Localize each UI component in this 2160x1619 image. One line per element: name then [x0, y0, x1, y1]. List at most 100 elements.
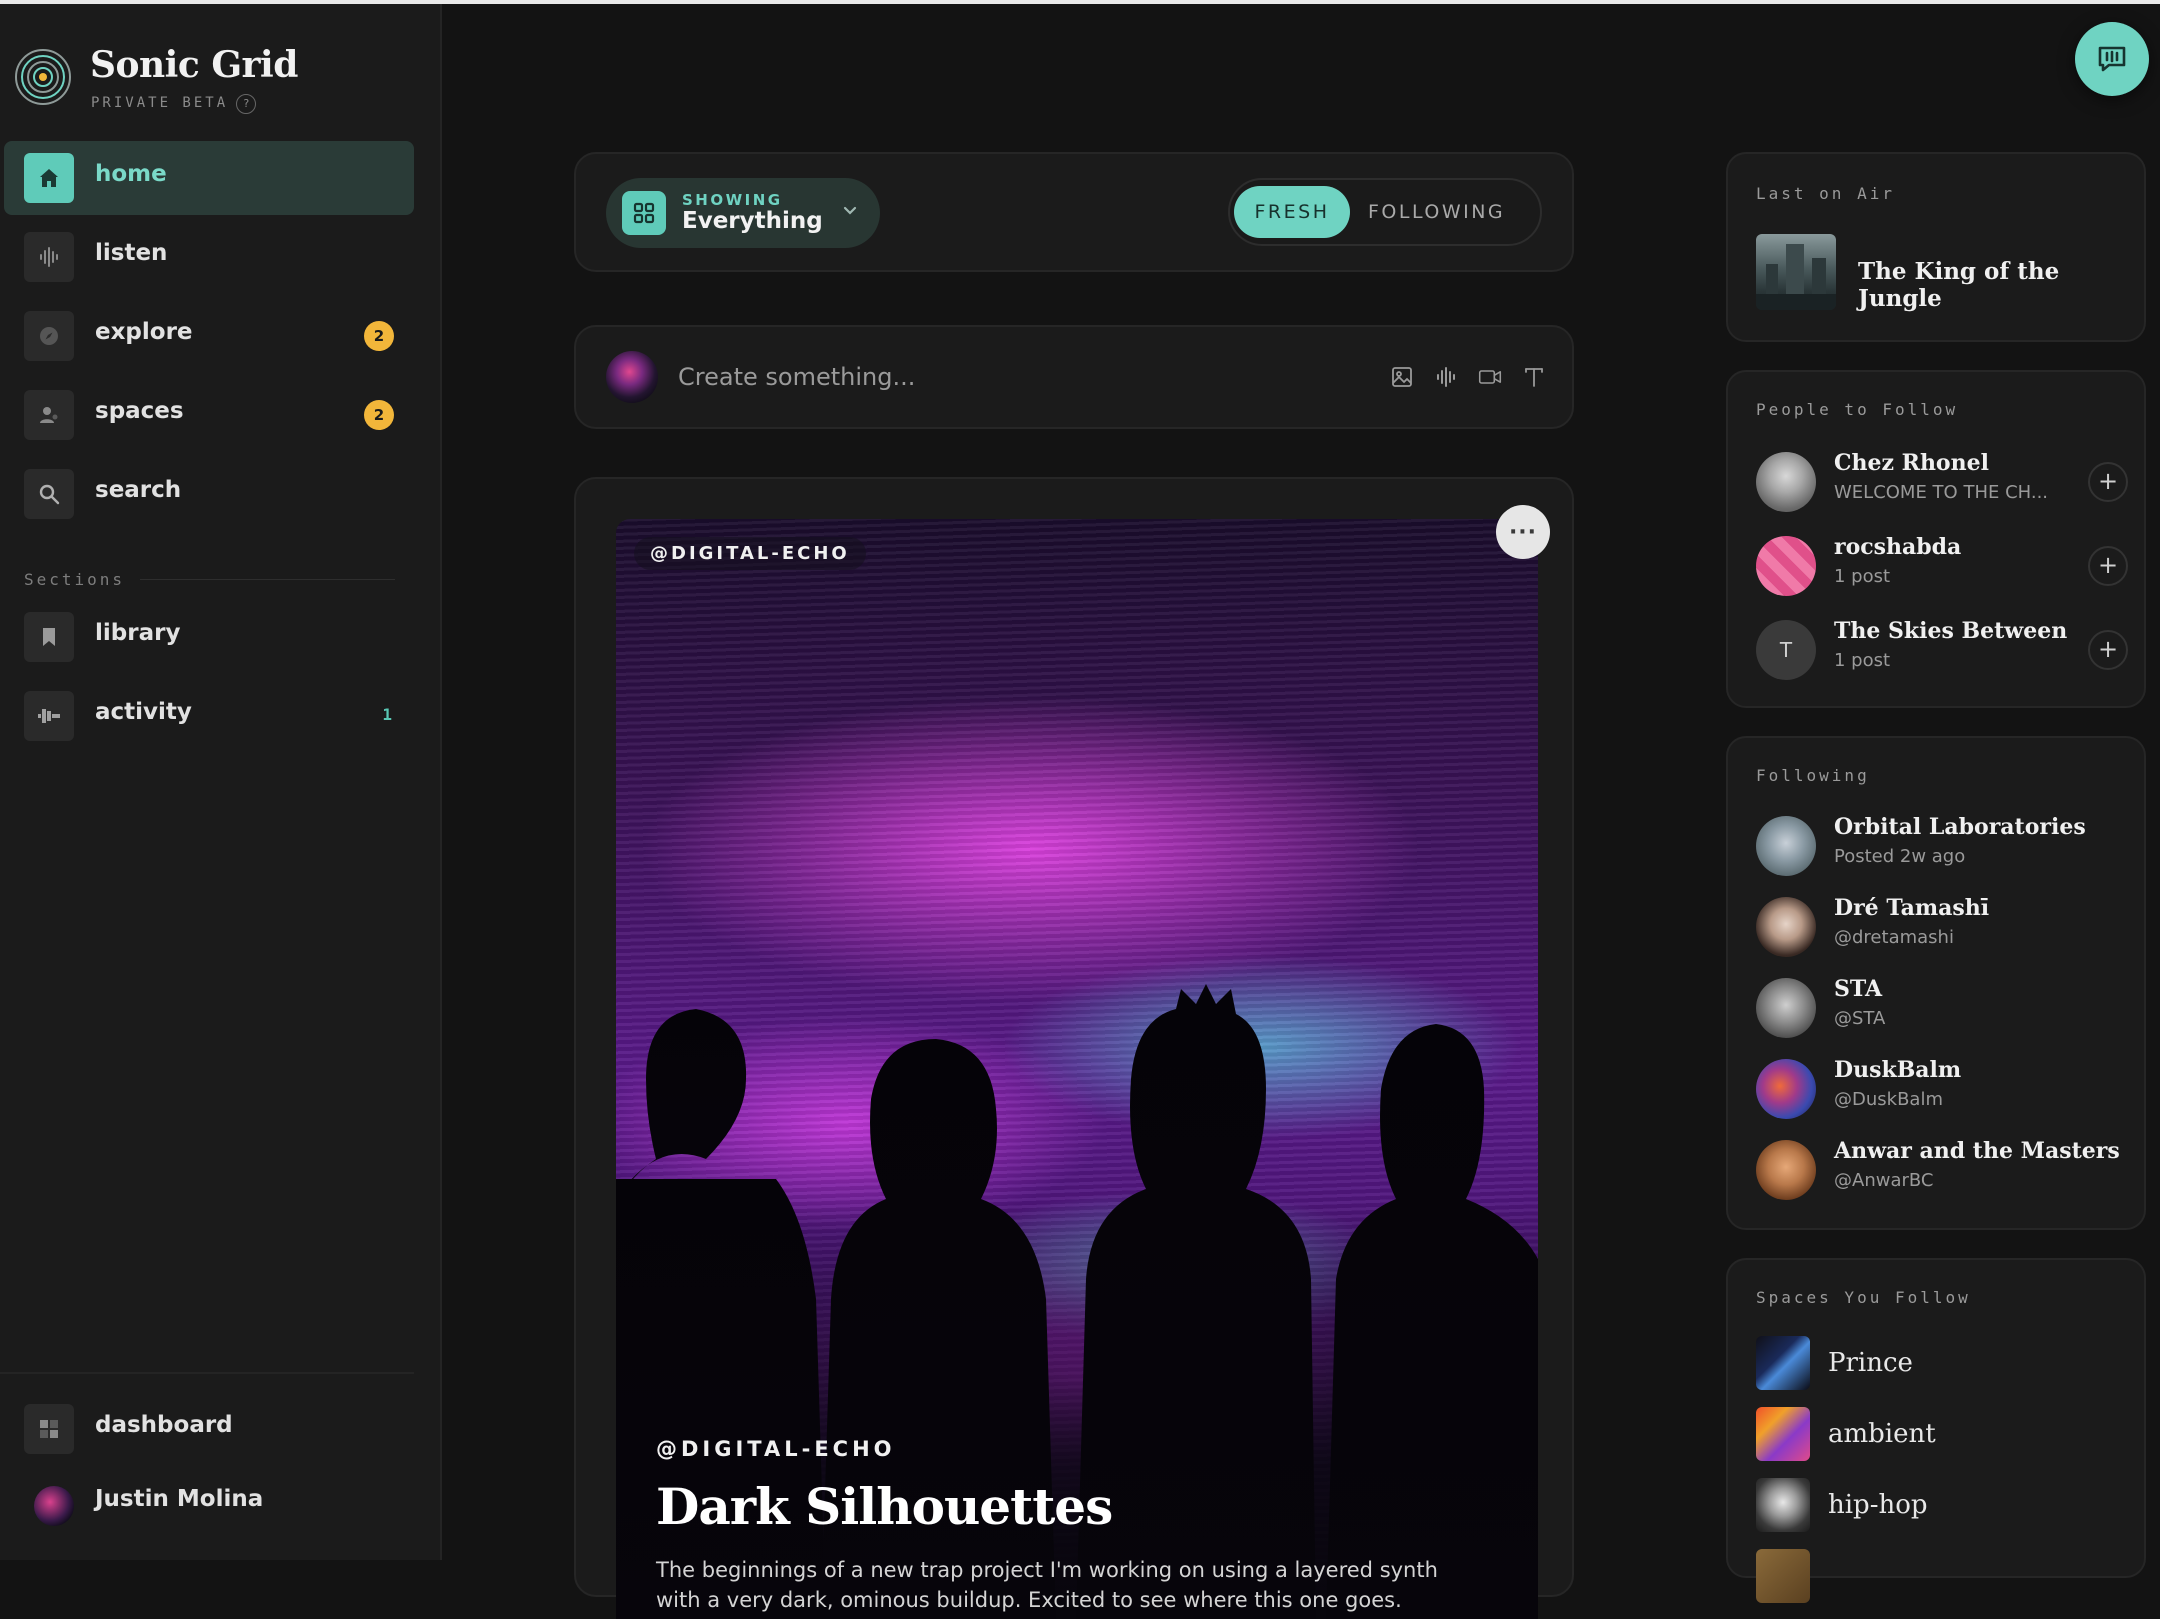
person-subtitle: @DuskBalm [1834, 1089, 1943, 1110]
sidebar-item-explore[interactable]: explore 2 [4, 299, 414, 373]
person-subtitle: WELCOME TO THE CH... [1834, 482, 2049, 503]
beta-label: PRIVATE BETA [91, 95, 229, 111]
track-title[interactable]: The King of the Jungle [1858, 258, 2144, 312]
track-thumbnail[interactable] [1756, 234, 1836, 310]
home-icon [24, 153, 74, 203]
feed-toggle: FRESH FOLLOWING [1228, 178, 1542, 246]
sidebar-item-label: spaces [95, 398, 184, 424]
avatar [1756, 536, 1816, 596]
tab-fresh[interactable]: FRESH [1234, 186, 1350, 238]
person-name: Orbital Laboratories [1834, 814, 2086, 840]
person-name: DuskBalm [1834, 1057, 1962, 1083]
post-title: Dark Silhouettes [656, 1477, 1113, 1536]
composer-input[interactable]: Create something... [678, 363, 915, 391]
space-name: hip-hop [1828, 1490, 1928, 1520]
sidebar-item-dashboard[interactable]: dashboard [4, 1392, 414, 1466]
video-icon[interactable] [1478, 363, 1502, 391]
space-name: Prince [1828, 1348, 1913, 1378]
person-subtitle: 1 post [1834, 566, 1891, 587]
space-item[interactable]: hip-hop [1756, 1478, 2128, 1534]
avatar [1756, 1140, 1816, 1200]
chevron-down-icon [843, 206, 857, 215]
follow-button[interactable]: + [2088, 546, 2128, 586]
card-caption: People to Follow [1756, 400, 1959, 419]
avatar [606, 351, 658, 403]
brand[interactable]: Sonic Grid PRIVATE BETA? [14, 44, 434, 114]
bookmark-icon [24, 612, 74, 662]
sidebar-item-activity[interactable]: activity 1 [4, 679, 414, 753]
chat-icon [2098, 46, 2126, 72]
section-heading: Sections [24, 570, 126, 589]
sidebar-item-listen[interactable]: listen [4, 220, 414, 294]
post-card[interactable]: @DIGITAL-ECHO @DIGITAL-ECHO Dark Silhoue… [574, 477, 1574, 1619]
avatar-initial: T [1779, 638, 1793, 662]
app-subtitle: PRIVATE BETA? [91, 94, 257, 114]
space-thumbnail [1756, 1336, 1810, 1390]
sidebar-item-label: library [95, 620, 181, 646]
sidebar-item-label: explore [95, 319, 193, 345]
person-name: Dré Tamashī [1834, 895, 1990, 921]
jungle-artwork-icon [1756, 244, 1836, 310]
followed-person[interactable]: DuskBalm @DuskBalm [1756, 1055, 2128, 1125]
space-item[interactable] [1756, 1549, 2128, 1605]
user-name: Justin Molina [95, 1486, 264, 1512]
more-options-button[interactable]: ··· [1496, 505, 1550, 559]
sidebar-item-label: activity [95, 699, 192, 725]
followed-person[interactable]: Dré Tamashī @dretamashi [1756, 893, 2128, 963]
composer-tools [1390, 363, 1546, 391]
suggested-person[interactable]: T The Skies Between 1 post + [1756, 616, 2128, 686]
user-profile[interactable]: Justin Molina [4, 1466, 414, 1540]
help-icon[interactable]: ? [236, 94, 257, 114]
avatar: T [1756, 620, 1816, 680]
avatar [1756, 1059, 1816, 1119]
sidebar-item-search[interactable]: search [4, 457, 414, 531]
audio-icon[interactable] [1434, 363, 1458, 391]
person-name: Chez Rhonel [1834, 450, 1989, 476]
activity-count: 1 [382, 705, 392, 724]
search-icon [24, 469, 74, 519]
space-name: ambient [1828, 1419, 1936, 1449]
sidebar-item-label: dashboard [95, 1412, 233, 1438]
space-thumbnail [1756, 1478, 1810, 1532]
showing-caption: SHOWING [682, 191, 783, 209]
card-caption: Following [1756, 766, 1870, 785]
followed-person[interactable]: Orbital Laboratories Posted 2w ago [1756, 812, 2128, 882]
space-item[interactable]: Prince [1756, 1336, 2128, 1392]
follow-button[interactable]: + [2088, 462, 2128, 502]
post-author[interactable]: @DIGITAL-ECHO [656, 1437, 896, 1461]
avatar [1756, 816, 1816, 876]
sidebar-item-library[interactable]: library [4, 600, 414, 674]
app-name: Sonic Grid [90, 44, 298, 86]
notification-badge: 2 [364, 321, 394, 351]
space-item[interactable]: ambient [1756, 1407, 2128, 1463]
followed-person[interactable]: Anwar and the Masters @AnwarBC [1756, 1136, 2128, 1206]
followed-person[interactable]: STA @STA [1756, 974, 2128, 1044]
chat-button[interactable] [2075, 22, 2149, 96]
sidebar: Sonic Grid PRIVATE BETA? home listen exp… [0, 4, 442, 1560]
showing-dropdown[interactable]: SHOWING Everything [606, 178, 880, 248]
tab-following[interactable]: FOLLOWING [1368, 186, 1505, 238]
sidebar-item-home[interactable]: home [4, 141, 414, 215]
suggested-person[interactable]: Chez Rhonel WELCOME TO THE CH... + [1756, 448, 2128, 518]
avatar [1756, 897, 1816, 957]
waveform-icon [24, 232, 74, 282]
avatar [1756, 978, 1816, 1038]
post-description: The beginnings of a new trap project I'm… [656, 1558, 1438, 1612]
avatar [1756, 452, 1816, 512]
spaces-you-follow-card: Spaces You Follow Prince ambient hip-hop [1726, 1258, 2146, 1603]
post-composer[interactable]: Create something... [574, 325, 1574, 429]
person-subtitle: Posted 2w ago [1834, 846, 1966, 867]
text-icon[interactable] [1522, 363, 1546, 391]
compass-icon [24, 311, 74, 361]
person-subtitle: 1 post [1834, 650, 1891, 671]
image-icon[interactable] [1390, 363, 1414, 391]
follow-button[interactable]: + [2088, 630, 2128, 670]
card-caption: Spaces You Follow [1756, 1288, 1971, 1307]
sidebar-item-label: search [95, 477, 182, 503]
post-author-badge[interactable]: @DIGITAL-ECHO [634, 537, 866, 570]
suggested-person[interactable]: rocshabda 1 post + [1756, 532, 2128, 602]
divider [0, 1372, 414, 1374]
post-image[interactable]: @DIGITAL-ECHO @DIGITAL-ECHO Dark Silhoue… [616, 519, 1538, 1619]
sidebar-item-spaces[interactable]: spaces 2 [4, 378, 414, 452]
person-icon [24, 390, 74, 440]
